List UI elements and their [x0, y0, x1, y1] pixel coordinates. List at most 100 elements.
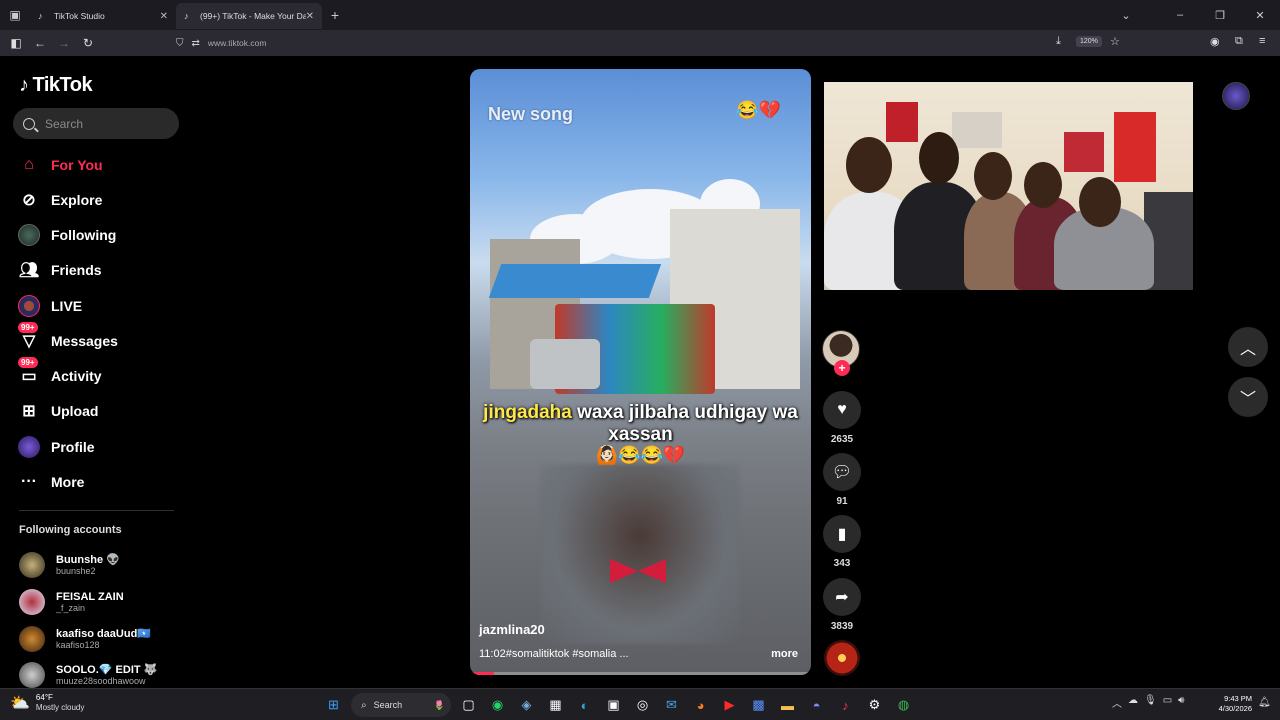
following-account[interactable]: Buunshe 👽 buunshe2 [19, 550, 120, 580]
share-button[interactable]: ➦ [823, 578, 861, 616]
previous-video-button[interactable]: ︿ [1228, 327, 1268, 367]
weather-widget[interactable]: ⛅ 64°F Mostly cloudy [10, 693, 84, 713]
windows-start-icon[interactable]: ⊞ [322, 694, 345, 717]
file-explorer-icon[interactable]: ▬ [776, 694, 799, 717]
permissions-icon[interactable]: ⇄ [192, 38, 200, 49]
search-placeholder: Search [45, 116, 84, 131]
next-video-button[interactable]: ﹀ [1228, 377, 1268, 417]
sidebar-item-live[interactable]: LIVE [18, 291, 82, 321]
new-tab-button[interactable]: + [322, 7, 348, 23]
video-username[interactable]: jazmlina20 [479, 622, 545, 637]
minimize-icon[interactable]: – [1160, 9, 1200, 21]
search-input[interactable]: Search [13, 108, 179, 139]
url-bar[interactable]: ⛉ ⇄ www.tiktok.com [176, 33, 1132, 53]
reload-icon[interactable]: ↻ [76, 36, 100, 50]
comment-button[interactable]: 💬︎ [823, 453, 861, 491]
restore-icon[interactable]: ❐ [1200, 9, 1240, 22]
video-player[interactable]: New song 😂💔 jingadaha waxa jilbaha udhig… [470, 69, 811, 675]
youtube-icon[interactable]: ▶ [718, 694, 741, 717]
more-icon: ··· [21, 473, 37, 490]
obs-icon[interactable]: ◎ [631, 694, 654, 717]
tab-list-icon[interactable]: ⌄ [1106, 9, 1146, 22]
close-tab-icon[interactable]: ✕ [306, 11, 314, 22]
tab-title: TikTok Studio [54, 11, 105, 21]
user-avatar[interactable] [1222, 82, 1250, 110]
taskbar-clock[interactable]: 9:43 PM 4/30/2026 [1212, 694, 1252, 714]
taskbar-search[interactable]: ⌕ Search 🌷 [351, 693, 451, 717]
save-page-icon[interactable]: ⤓ [1056, 35, 1061, 48]
sidebar-item-profile[interactable]: Profile [18, 432, 95, 462]
microphone-icon[interactable]: 🎙︎ [1144, 695, 1157, 710]
tab-overview-icon[interactable]: ▣ [0, 0, 30, 30]
following-account[interactable]: SOOLO.💎 EDIT 🐺 muuze28soodhawoow [19, 660, 157, 690]
volume-icon[interactable]: 🔊︎ [1178, 695, 1184, 710]
sidebar-item-for-you[interactable]: ⌂ For You [18, 150, 102, 180]
sidebar-item-messages[interactable]: ▽ 99+ Messages [18, 322, 118, 356]
close-tab-icon[interactable]: ✕ [160, 11, 168, 22]
tab-title: (99+) TikTok - Make Your Day [200, 11, 306, 21]
notification-bell-icon[interactable]: 🔔︎ [1258, 697, 1271, 708]
tiktok-logo[interactable]: ♪ TikTok [19, 74, 93, 97]
chrome-icon[interactable]: ◍ [892, 694, 915, 717]
canopy-shape [488, 264, 662, 298]
zoom-level[interactable]: 120% [1076, 36, 1102, 47]
copilot-icon[interactable]: ◈ [515, 694, 538, 717]
heart-icon: ♥ [837, 401, 847, 418]
like-button[interactable]: ♥ [823, 391, 861, 429]
account-name: FEISAL ZAIN [56, 590, 124, 603]
compass-icon: ⊘ [22, 192, 36, 209]
edge-icon[interactable]: ◐ [573, 694, 596, 717]
sidebar-item-more[interactable]: ··· More [18, 467, 84, 497]
comment-count: 91 [836, 496, 848, 507]
whatsapp-icon[interactable]: ◉ [486, 694, 509, 717]
app-grid-icon[interactable]: ▩ [747, 694, 770, 717]
cloud-icon[interactable]: ☁ [1128, 695, 1138, 710]
store-icon[interactable]: ▣ [602, 694, 625, 717]
calculator-icon[interactable]: ▦ [544, 694, 567, 717]
sidebar-item-activity[interactable]: ▭ 99+ Activity [18, 357, 102, 391]
forward-icon[interactable]: → [52, 36, 76, 50]
following-account[interactable]: kaafiso daaUud🇸🇴 kaafiso128 [19, 624, 151, 654]
tab-tiktok-feed[interactable]: ♪ (99+) TikTok - Make Your Day ✕ [176, 3, 322, 29]
chevron-up-icon[interactable]: ︿ [1112, 695, 1122, 710]
system-tray: ︿ ☁ 🎙︎ ▭ 🔊︎ [1112, 695, 1184, 710]
mail-icon[interactable]: ✉ [660, 694, 683, 717]
firefox-icon[interactable]: ◕ [689, 694, 712, 717]
url-text[interactable]: www.tiktok.com [208, 38, 267, 48]
back-icon[interactable]: ← [28, 36, 52, 50]
more-button[interactable]: more [771, 648, 798, 660]
tab-tiktok-studio[interactable]: ♪ TikTok Studio ✕ [30, 3, 176, 29]
save-button[interactable]: ▮ [823, 515, 861, 553]
sidebar-item-following[interactable]: Following [18, 220, 116, 250]
account-handle: buunshe2 [56, 565, 96, 576]
sidebar-item-friends[interactable]: 👥︎ Friends [18, 255, 102, 285]
music-disc-icon[interactable] [824, 640, 860, 676]
sidebar-item-explore[interactable]: ⊘ Explore [18, 185, 102, 215]
network-icon[interactable]: ▭ [1163, 695, 1172, 710]
comment-icon: 💬︎ [831, 464, 853, 481]
account-icon[interactable]: ◉ [1210, 35, 1220, 48]
following-account[interactable]: FEISAL ZAIN _f_zain [19, 587, 124, 617]
bookmark-star-icon[interactable]: ☆ [1110, 35, 1120, 48]
video-lyric-caption: jingadaha waxa jilbaha udhigay wa xassan [470, 402, 811, 446]
close-window-icon[interactable]: ✕ [1240, 9, 1280, 22]
sidebar-item-upload[interactable]: ⊞ Upload [18, 396, 98, 426]
extensions-icon[interactable]: ⧉ [1235, 35, 1243, 48]
following-avatar-icon [18, 224, 40, 246]
menu-icon[interactable]: ≡ [1259, 35, 1265, 47]
follow-plus-button[interactable]: + [834, 360, 850, 376]
save-count: 343 [833, 558, 851, 569]
task-view-icon[interactable]: ▢ [457, 694, 480, 717]
live-icon [18, 295, 40, 317]
share-count: 3839 [830, 621, 854, 632]
sidebar-toggle-icon[interactable]: ◧ [4, 36, 28, 50]
settings-icon[interactable]: ⚙ [863, 694, 886, 717]
shield-icon[interactable]: ⛉ [176, 38, 184, 49]
activity-badge: 99+ [18, 357, 38, 368]
discord-icon[interactable]: ◓ [805, 694, 828, 717]
following-accounts-title: Following accounts [19, 524, 122, 536]
sidebar-item-label: Friends [51, 262, 102, 278]
tiktok-icon[interactable]: ♪ [834, 694, 857, 717]
account-name: Buunshe 👽 [56, 553, 120, 566]
video-progress-bar[interactable] [470, 672, 811, 675]
